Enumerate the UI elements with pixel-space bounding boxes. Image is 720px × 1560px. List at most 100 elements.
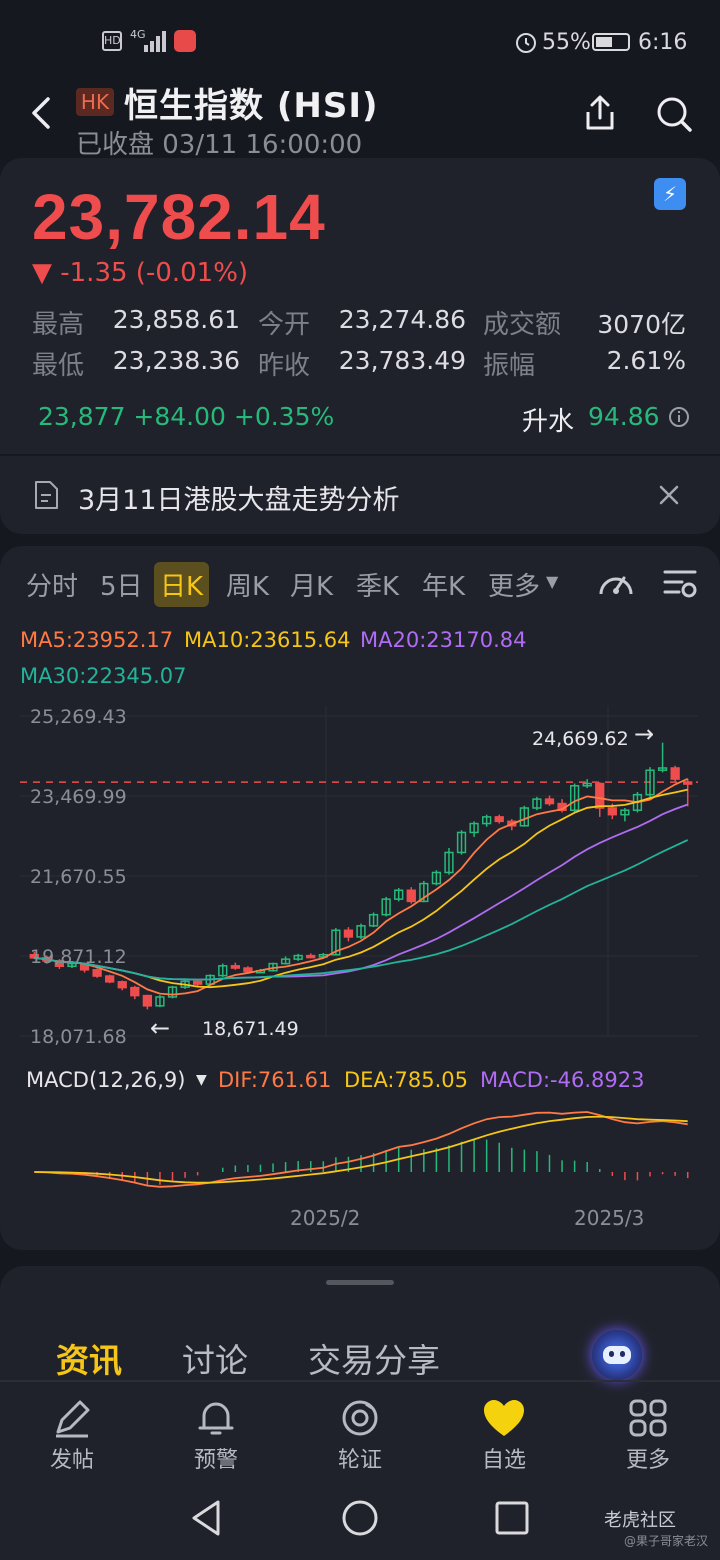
level2-icon[interactable]: ⚡ (654, 178, 686, 210)
macd-dropdown-icon[interactable]: ▼ (196, 1072, 207, 1088)
quote-card: 23,782.14 ⚡ ▼ -1.35 (-0.01%) 最高 23,858.6… (0, 158, 720, 534)
app-root: HD 4G 55% 6:16 HK 恒生指数 (HSI) 已收盘 03/11 1… (0, 0, 720, 1560)
back-icon[interactable] (26, 96, 56, 130)
page-title: 恒生指数 (HSI) (124, 86, 379, 126)
warrant-icon (342, 1400, 378, 1436)
candle-body (670, 767, 680, 780)
search-icon[interactable] (654, 94, 694, 134)
dif-line (34, 1111, 688, 1188)
tab-yearly-k[interactable]: 年K (422, 566, 465, 603)
macd-dea: DEA:785.05 (344, 1068, 468, 1092)
candle-body (92, 969, 102, 977)
stat-value: 23,238.36 (112, 346, 240, 375)
candle-body (117, 981, 127, 989)
stat-label: 今开 (258, 310, 311, 340)
chart-card: 分时 5日 日K 周K 月K 季K 年K 更多 ▼ MA5:23952.17 M… (0, 546, 720, 1250)
nav-label: 更多 (625, 1448, 670, 1473)
dropdown-icon: ▼ (546, 572, 559, 591)
ma20-legend: MA20:23170.84 (360, 628, 527, 652)
stat-value: 23,783.49 (338, 346, 466, 375)
stat-label: 振幅 (483, 351, 536, 381)
bottom-sheet: 资讯 讨论 交易分享 发帖 预警 轮证 自选 更多 老虎社区 @果子哥家老汉 (0, 1266, 720, 1560)
nav-more[interactable]: 更多 (588, 1396, 708, 1476)
share-icon[interactable] (580, 94, 620, 134)
divider (0, 1380, 720, 1382)
bell-icon (198, 1402, 234, 1435)
battery-icon (592, 33, 630, 51)
stat-value: 3070亿 (597, 310, 686, 339)
candle-body (306, 954, 316, 959)
nav-watchlist[interactable]: 自选 (444, 1396, 564, 1476)
nav-label: 预警 (193, 1448, 238, 1473)
status-bar: HD 4G 55% 6:16 (0, 0, 720, 80)
document-icon (35, 481, 58, 509)
nav-alert[interactable]: 预警 (156, 1396, 276, 1476)
ma5-legend: MA5:23952.17 (20, 628, 174, 652)
grid-icon (629, 1399, 667, 1437)
tab-discussion[interactable]: 讨论 (182, 1334, 248, 1382)
tab-trade-share[interactable]: 交易分享 (308, 1334, 440, 1382)
divider (0, 454, 720, 456)
ma30-line (34, 839, 689, 981)
nav-warrants[interactable]: 轮证 (300, 1396, 420, 1476)
futures-quote[interactable]: 23,877 +84.00 +0.35% (38, 402, 334, 431)
candle-body (230, 965, 240, 969)
candle-body (595, 782, 605, 809)
close-icon[interactable] (658, 484, 680, 506)
last-price: 23,782.14 (32, 181, 326, 253)
candle-body (105, 975, 115, 983)
tab-news[interactable]: 资讯 (56, 1334, 122, 1382)
x-tick: 2025/2 (290, 1206, 361, 1230)
x-tick: 2025/3 (574, 1206, 645, 1230)
info-icon[interactable] (668, 406, 690, 428)
macd-chart (34, 1111, 689, 1188)
stat-value: 23,858.61 (112, 305, 240, 334)
ma5-line (34, 777, 689, 996)
clock: 6:16 (638, 30, 688, 55)
y-tick: 21,670.55 (30, 866, 127, 888)
candle-body (192, 980, 203, 985)
stat-label: 最高 (32, 310, 85, 340)
macd-dif: DIF:761.61 (218, 1068, 332, 1092)
candle-body (683, 781, 693, 785)
candle-body (406, 889, 416, 903)
tab-5day[interactable]: 5日 (100, 566, 143, 603)
high-marker-label: 24,669.62 (532, 728, 629, 750)
tab-quarterly-k[interactable]: 季K (356, 566, 399, 603)
macd-indicator[interactable]: MACD(12,26,9) (26, 1068, 186, 1092)
y-tick: 19,871.12 (30, 946, 127, 968)
candle-body (343, 929, 354, 938)
system-recents-icon[interactable] (494, 1500, 530, 1536)
candle-body (607, 807, 617, 816)
period-tabs: 分时 5日 日K 周K 月K 季K 年K 更多 ▼ (0, 562, 590, 607)
macd-value: MACD:-46.8923 (480, 1068, 645, 1092)
tab-more[interactable]: 更多 (488, 566, 540, 603)
tab-weekly-k[interactable]: 周K (226, 566, 269, 603)
ma10-line (34, 788, 688, 989)
signal-icon (144, 31, 166, 52)
assistant-bot-icon[interactable] (592, 1330, 642, 1380)
stat-label: 昨收 (258, 351, 311, 381)
app-notification-icon (174, 30, 196, 52)
tab-monthly-k[interactable]: 月K (290, 566, 333, 603)
y-tick: 18,071.68 (30, 1026, 127, 1048)
gauge-icon[interactable] (596, 566, 636, 602)
sheet-handle[interactable] (326, 1280, 394, 1285)
tab-intraday[interactable]: 分时 (26, 566, 78, 603)
dea-line (34, 1115, 688, 1184)
news-banner-text[interactable]: 3月11日港股大盘走势分析 (78, 478, 400, 517)
nav-label: 发帖 (49, 1448, 94, 1473)
market-badge: HK (76, 88, 114, 116)
system-back-icon[interactable] (188, 1498, 224, 1538)
candle-body (544, 798, 555, 805)
nav-post[interactable]: 发帖 (12, 1396, 132, 1476)
tab-daily-k[interactable]: 日K (154, 562, 210, 607)
left-arrow-icon: ← (150, 1014, 171, 1042)
chart-settings-icon[interactable] (662, 566, 698, 602)
candle-body (243, 967, 253, 973)
ma10-legend: MA10:23615.64 (184, 628, 351, 652)
system-home-icon[interactable] (340, 1498, 380, 1538)
ma30-legend: MA30:22345.07 (20, 664, 187, 688)
watermark-author: @果子哥家老汉 (624, 1534, 709, 1548)
alarm-icon (516, 33, 536, 53)
